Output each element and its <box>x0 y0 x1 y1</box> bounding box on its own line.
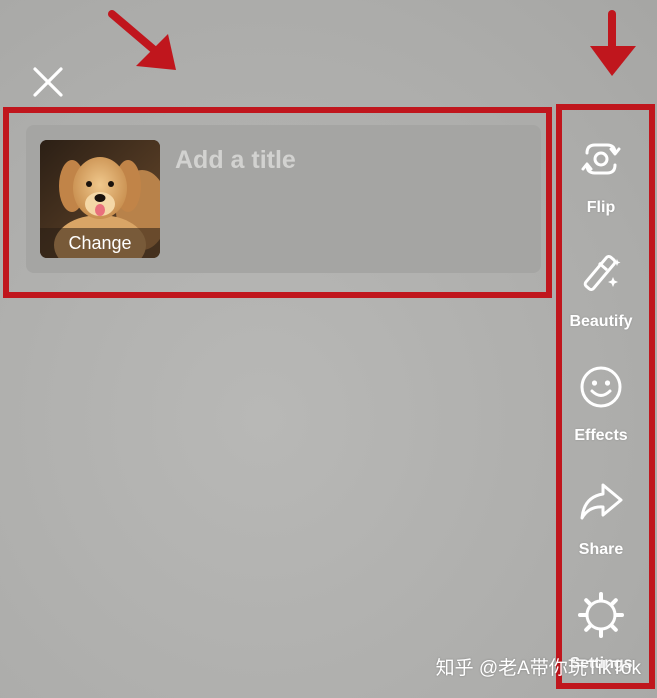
share-button[interactable]: Share <box>563 477 639 577</box>
smiley-face-icon <box>580 366 622 408</box>
beautify-label: Beautify <box>569 313 633 330</box>
effects-label: Effects <box>574 427 628 444</box>
cover-thumbnail[interactable]: Change <box>40 140 160 258</box>
close-button[interactable] <box>30 64 66 100</box>
title-input[interactable] <box>175 143 515 177</box>
beautify-button[interactable]: Beautify <box>563 249 639 349</box>
camera-background <box>0 0 657 698</box>
gear-icon <box>578 592 624 638</box>
share-arrow-icon <box>580 483 623 520</box>
watermark-text: 知乎 @老A带你玩TikTok <box>435 658 641 679</box>
share-label: Share <box>578 541 624 558</box>
flip-camera-icon <box>581 143 621 175</box>
magic-wand-icon <box>583 254 621 292</box>
flip-label: Flip <box>586 199 616 216</box>
flip-button[interactable]: Flip <box>563 135 639 235</box>
effects-button[interactable]: Effects <box>563 363 639 463</box>
change-cover-button[interactable]: Change <box>40 228 160 258</box>
title-card: Change <box>26 125 541 273</box>
close-icon <box>33 67 63 97</box>
